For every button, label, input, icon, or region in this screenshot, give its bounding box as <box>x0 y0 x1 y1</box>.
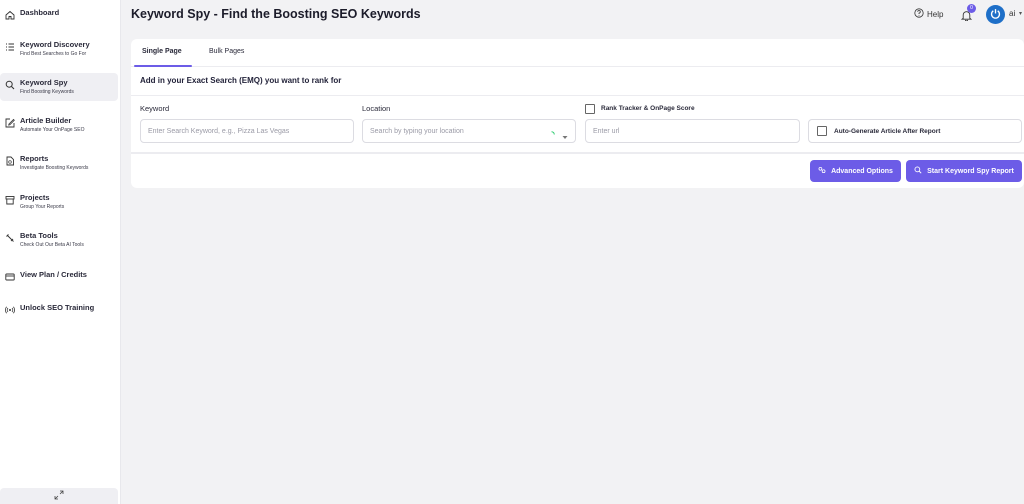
sidebar-item-keyword-spy[interactable]: Keyword Spy Find Boosting Keywords <box>0 73 118 101</box>
start-report-button[interactable]: Start Keyword Spy Report <box>906 160 1022 182</box>
chevron-down-icon[interactable]: ▾ <box>1019 10 1022 17</box>
sidebar-item-subtitle: Automate Your OnPage SEO <box>20 127 85 133</box>
sidebar-item-label: Unlock SEO Training <box>20 303 95 312</box>
user-name[interactable]: ai <box>1009 9 1015 18</box>
chevron-down-icon[interactable] <box>562 127 568 139</box>
sidebar-item-label: Article Builder <box>20 116 72 125</box>
sidebar-item-subtitle: Investigate Boosting Keywords <box>20 165 89 171</box>
sidebar-item-label: Keyword Spy <box>20 78 68 87</box>
sidebar-item-seo-training[interactable]: Unlock SEO Training <box>0 303 118 317</box>
divider <box>131 152 1024 154</box>
page-title: Keyword Spy - Find the Boosting SEO Keyw… <box>131 7 421 21</box>
auto-generate-label: Auto-Generate Article After Report <box>834 127 941 135</box>
rank-tracker-label: Rank Tracker & OnPage Score <box>601 105 695 112</box>
sidebar-item-article-builder[interactable]: Article Builder Automate Your OnPage SEO <box>0 116 118 138</box>
credit-card-icon <box>4 271 15 282</box>
notification-badge: 0 <box>967 4 976 13</box>
avatar[interactable] <box>986 5 1005 24</box>
tab-bulk-pages[interactable]: Bulk Pages <box>209 48 244 55</box>
sidebar-item-label: Beta Tools <box>20 231 58 240</box>
active-tab-indicator <box>134 65 192 67</box>
start-report-label: Start Keyword Spy Report <box>927 167 1014 175</box>
help-button[interactable]: Help <box>914 8 943 20</box>
form-heading: Add in your Exact Search (EMQ) you want … <box>140 76 342 85</box>
sidebar-item-reports[interactable]: Reports Investigate Boosting Keywords <box>0 154 118 176</box>
sidebar-item-label: Projects <box>20 193 50 202</box>
sidebar-item-keyword-discovery[interactable]: Keyword Discovery Find Best Searches to … <box>0 40 118 62</box>
search-icon <box>914 166 927 176</box>
sidebar-item-label: Reports <box>20 154 49 163</box>
sidebar-item-view-plan[interactable]: View Plan / Credits <box>0 270 118 284</box>
auto-generate-checkbox[interactable] <box>817 126 827 136</box>
report-icon <box>4 155 15 166</box>
keyword-input[interactable]: Enter Search Keyword, e.g., Pizza Las Ve… <box>140 119 354 143</box>
sidebar-item-label: View Plan / Credits <box>20 270 87 279</box>
help-label: Help <box>927 9 944 19</box>
keyword-label: Keyword <box>140 104 170 113</box>
advanced-options-button[interactable]: Advanced Options <box>810 160 901 182</box>
list-icon <box>4 41 15 52</box>
help-icon <box>914 8 927 20</box>
broadcast-icon <box>4 304 15 315</box>
sidebar-item-subtitle: Check Out Our Beta AI Tools <box>20 242 84 248</box>
sidebar-item-label: Keyword Discovery <box>20 40 90 49</box>
archive-icon <box>4 194 15 205</box>
location-input[interactable]: Search by typing your location <box>362 119 576 143</box>
sidebar-item-subtitle: Find Best Searches to Go For <box>20 51 87 57</box>
sidebar-item-subtitle: Group Your Reports <box>20 204 65 210</box>
sidebar-item-label: Dashboard <box>20 8 60 17</box>
home-icon <box>4 9 15 20</box>
rank-tracker-checkbox[interactable] <box>585 104 595 114</box>
location-label: Location <box>362 104 391 113</box>
sidebar-item-subtitle: Find Boosting Keywords <box>20 89 74 95</box>
tools-icon <box>4 232 15 243</box>
sidebar-item-dashboard[interactable]: Dashboard <box>0 8 118 22</box>
advanced-options-label: Advanced Options <box>831 167 893 175</box>
divider <box>131 95 1024 96</box>
tab-bar: Single Page Bulk Pages <box>131 39 1024 67</box>
loading-spinner-icon <box>548 125 555 135</box>
sidebar-item-beta-tools[interactable]: Beta Tools Check Out Our Beta AI Tools <box>0 231 118 253</box>
sidebar: Dashboard Keyword Discovery Find Best Se… <box>0 0 121 504</box>
keyword-spy-form-card: Single Page Bulk Pages Add in your Exact… <box>131 39 1024 188</box>
search-icon <box>4 79 15 90</box>
sidebar-item-projects[interactable]: Projects Group Your Reports <box>0 193 118 215</box>
edit-icon <box>4 117 15 128</box>
power-icon <box>990 6 1001 24</box>
auto-generate-option[interactable]: Auto-Generate Article After Report <box>808 119 1022 143</box>
sidebar-collapse-button[interactable] <box>0 488 118 504</box>
tab-single-page[interactable]: Single Page <box>142 48 182 55</box>
url-input[interactable]: Enter url <box>585 119 800 143</box>
settings-sliders-icon <box>818 166 831 176</box>
collapse-arrows-icon <box>54 487 64 504</box>
